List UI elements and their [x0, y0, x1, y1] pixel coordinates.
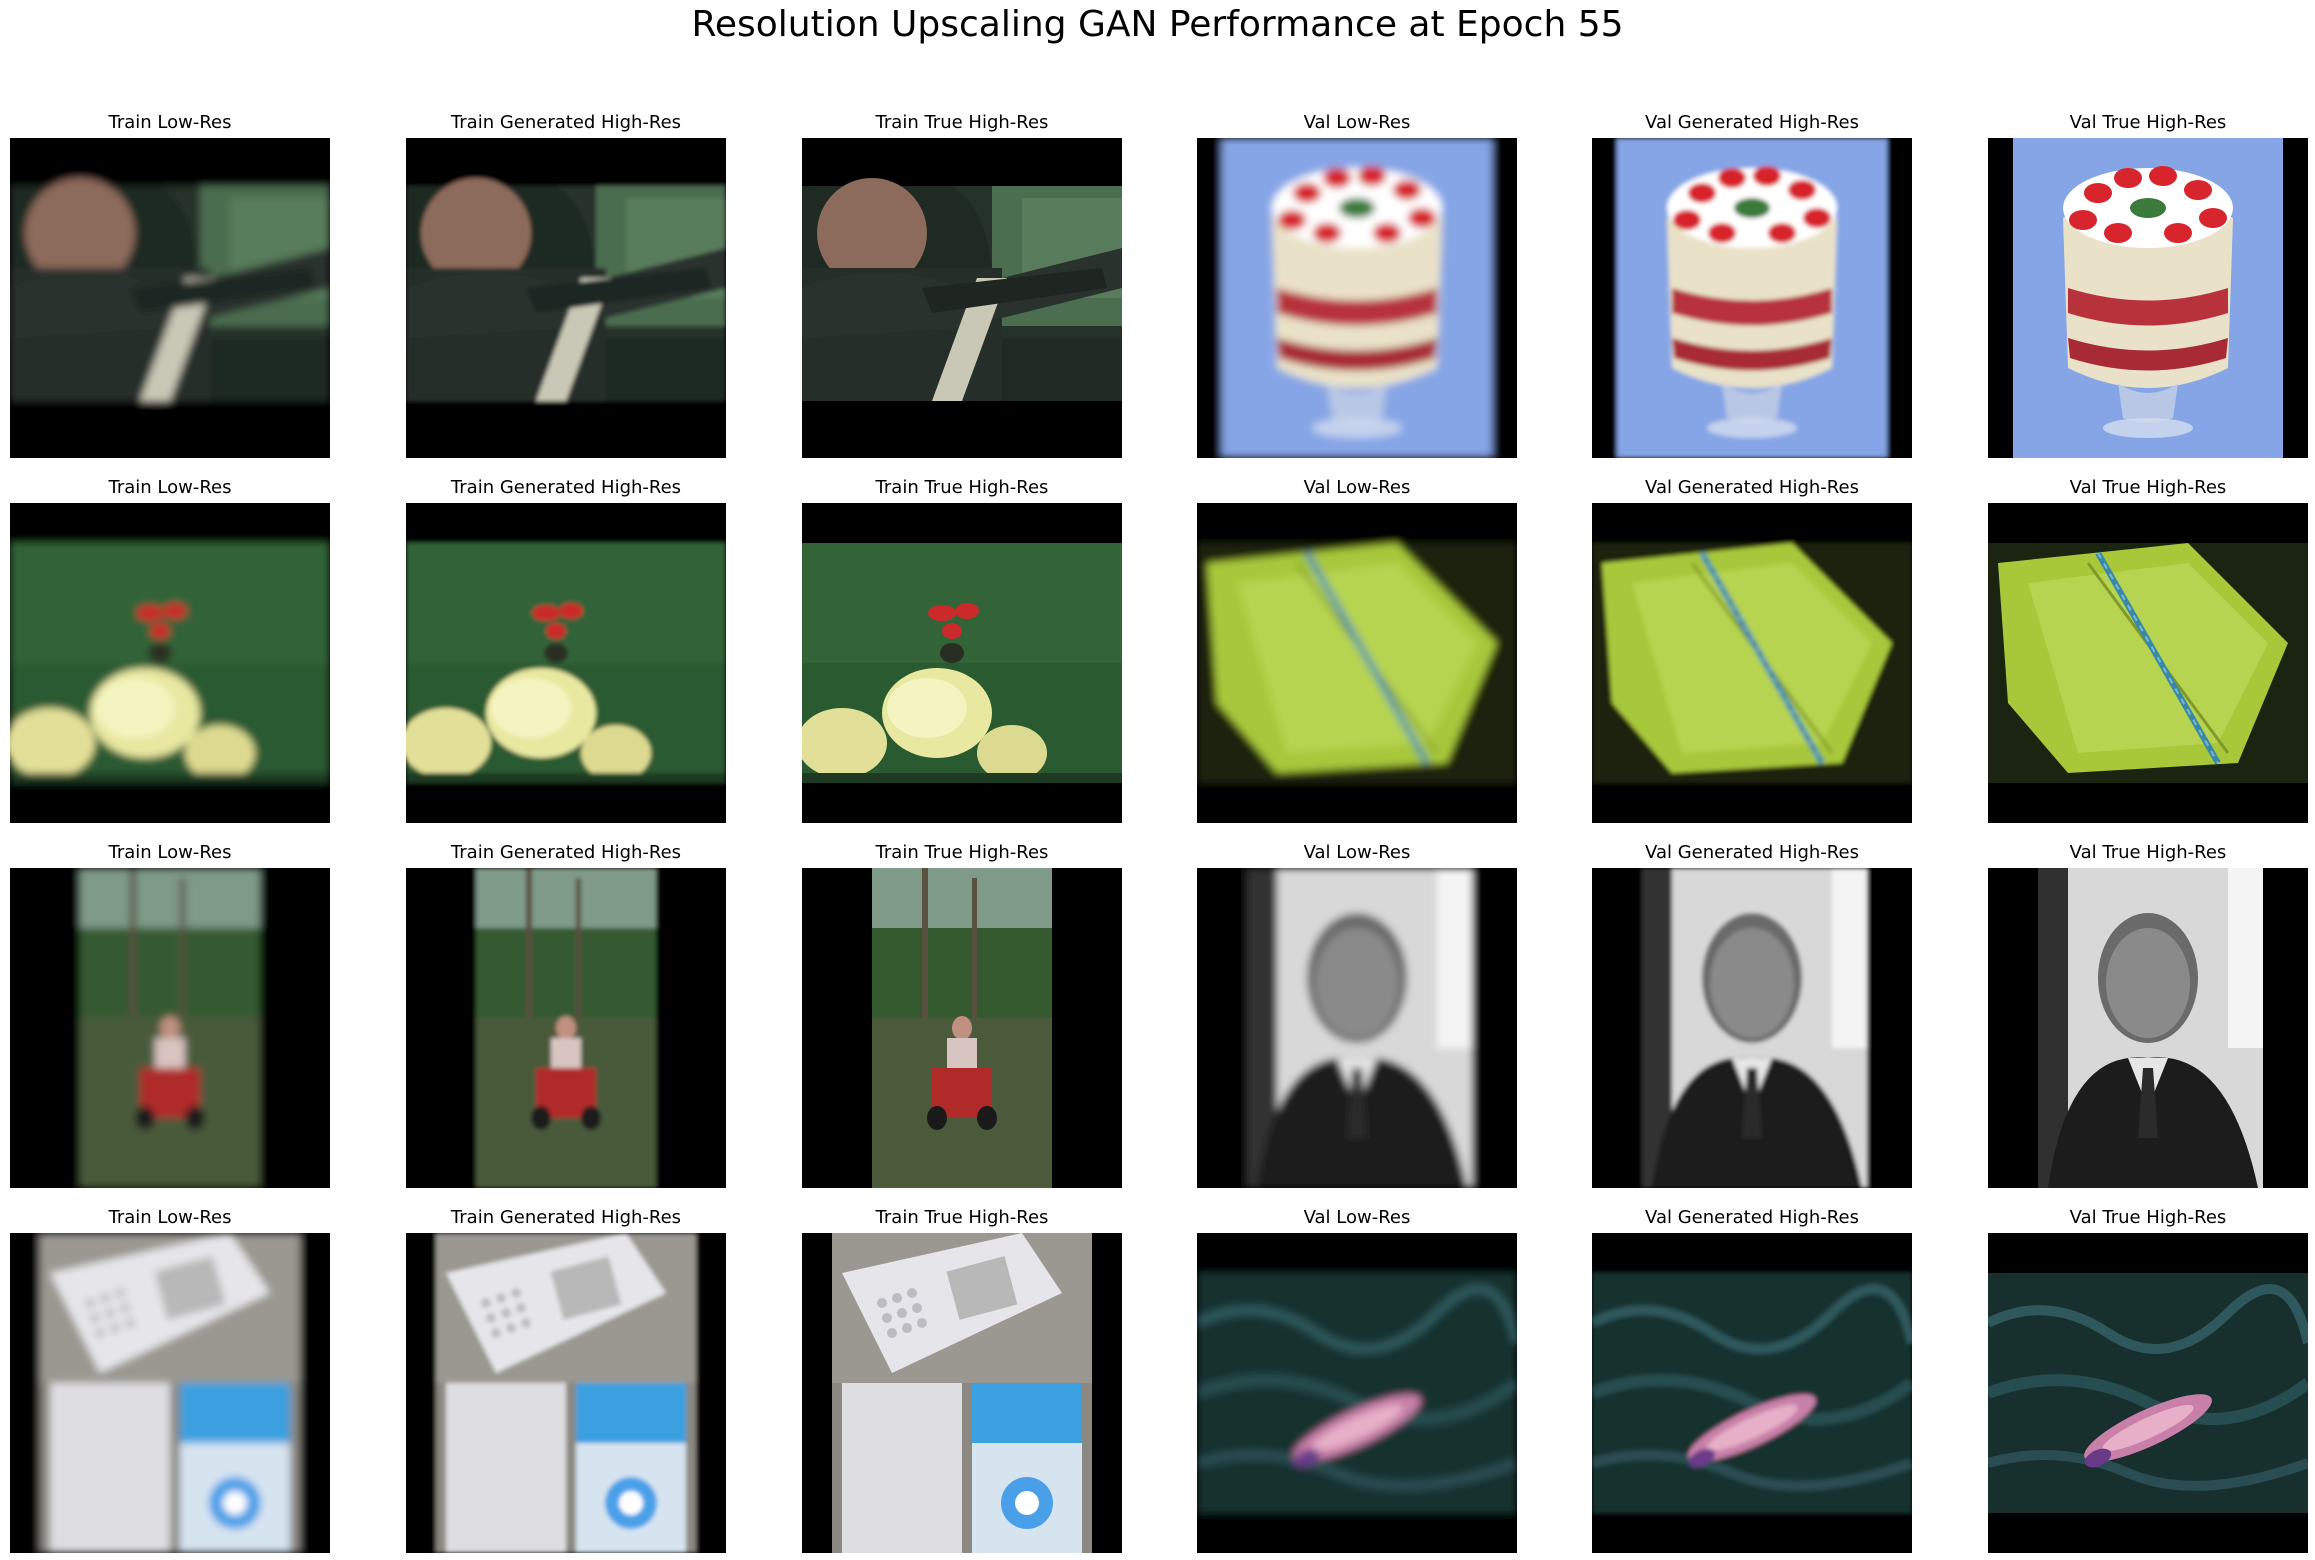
panel-title: Train Generated High-Res	[450, 1207, 682, 1228]
low-res-image	[1197, 868, 1517, 1188]
low-res-image	[1197, 1233, 1517, 1553]
generated-image	[406, 1233, 726, 1553]
true-image	[802, 868, 1122, 1188]
generated-image	[406, 503, 726, 823]
generated-image	[406, 138, 726, 458]
generated-image	[1592, 1233, 1912, 1553]
generated-image	[1592, 138, 1912, 458]
true-image	[1988, 503, 2308, 823]
panel-title: Train True High-Res	[875, 842, 1049, 863]
panel-title: Val Low-Res	[1303, 842, 1411, 863]
panel-title: Train Low-Res	[108, 112, 232, 133]
panel-title: Train True High-Res	[875, 477, 1049, 498]
true-image	[802, 503, 1122, 823]
panel-title: Train Generated High-Res	[450, 112, 682, 133]
panel-title: Val Low-Res	[1303, 477, 1411, 498]
panel-title: Train Generated High-Res	[450, 842, 682, 863]
panel-title: Train Low-Res	[108, 1207, 232, 1228]
panel-title: Val Generated High-Res	[1645, 112, 1859, 133]
panel-title: Val Low-Res	[1303, 112, 1411, 133]
true-image	[802, 138, 1122, 458]
panel-title: Train Generated High-Res	[450, 477, 682, 498]
true-image	[802, 1233, 1122, 1553]
true-image	[1988, 138, 2308, 458]
panel-title: Train Low-Res	[108, 477, 232, 498]
panel-title: Val True High-Res	[2069, 112, 2227, 133]
low-res-image	[10, 868, 330, 1188]
low-res-image	[10, 503, 330, 823]
low-res-image	[10, 1233, 330, 1553]
generated-image	[1592, 868, 1912, 1188]
low-res-image	[10, 138, 330, 458]
generated-image	[1592, 503, 1912, 823]
panel-title: Train True High-Res	[875, 112, 1049, 133]
panel-title: Val Generated High-Res	[1645, 477, 1859, 498]
panel-title: Val Low-Res	[1303, 1207, 1411, 1228]
figure-title: Resolution Upscaling GAN Performance at …	[691, 4, 1624, 45]
true-image	[1988, 868, 2308, 1188]
generated-image	[406, 868, 726, 1188]
low-res-image	[1197, 503, 1517, 823]
panel-title: Val True High-Res	[2069, 477, 2227, 498]
true-image	[1988, 1233, 2308, 1553]
panel-title: Train Low-Res	[108, 842, 232, 863]
low-res-image	[1197, 138, 1517, 458]
panel-title: Train True High-Res	[875, 1207, 1049, 1228]
panel-title: Val True High-Res	[2069, 842, 2227, 863]
panel-title: Val True High-Res	[2069, 1207, 2227, 1228]
panel-title: Val Generated High-Res	[1645, 842, 1859, 863]
panel-title: Val Generated High-Res	[1645, 1207, 1859, 1228]
